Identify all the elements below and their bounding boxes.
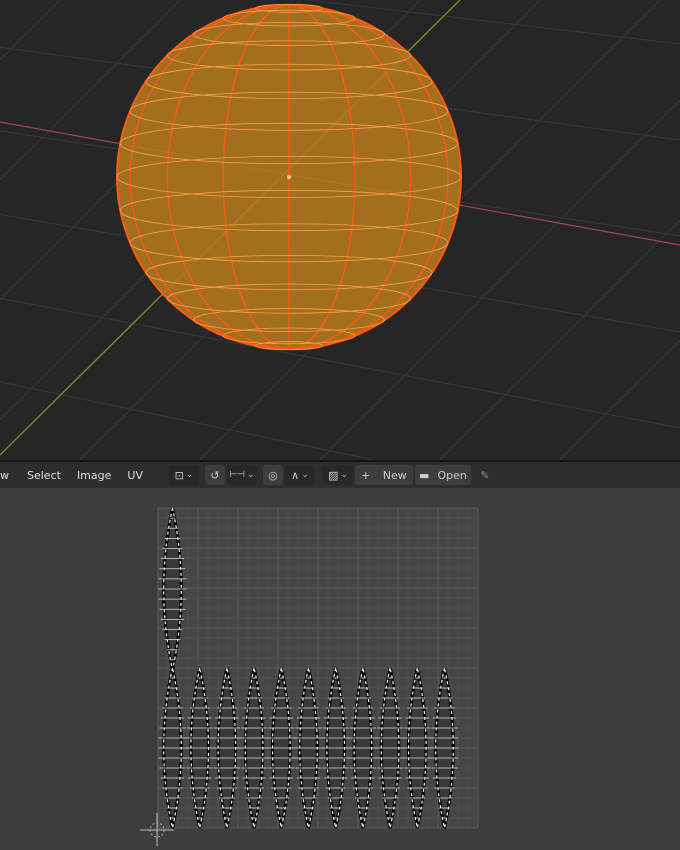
3d-viewport[interactable] [0,0,680,460]
grid-line [439,219,680,460]
object-origin [287,175,291,179]
open-image-button[interactable]: ▬ Open [414,465,471,485]
sync-selection-toggle[interactable]: ↺ [204,465,225,485]
uv-editor-header: w Select Image UV ⊡ ⌄ ↺ ⊢⊣ ⌄ ◎ ∧ ⌄ ▨ ⌄ + New … [0,462,680,488]
falloff-dropdown[interactable]: ∧ ⌄ [284,465,315,485]
menu-select[interactable]: Select [17,469,69,482]
menu-uv[interactable]: UV [119,469,151,482]
grid-line [559,339,680,460]
pin-icon: ✎ [480,468,490,482]
new-label: New [382,468,407,482]
uv-editor-canvas[interactable] [0,488,680,850]
new-image-button[interactable]: + New [354,465,413,485]
snap-dropdown[interactable]: ⊢⊣ ⌄ [226,465,257,485]
pivot-dropdown[interactable]: ⊡ ⌄ [168,465,199,485]
uv-layout [140,507,479,846]
menu-view[interactable]: w [0,469,17,482]
chevron-down-icon: ⌄ [301,470,309,480]
pin-button[interactable]: ✎ [475,465,495,485]
sync-icon: ↺ [210,468,220,482]
viewport-scene [0,0,680,460]
proportional-editing-toggle[interactable]: ◎ [262,465,283,485]
image-icon: ▨ [327,468,339,482]
chevron-down-icon: ⌄ [340,470,348,480]
plus-icon: + [361,468,371,482]
chevron-down-icon: ⌄ [185,470,194,480]
open-label: Open [437,468,467,482]
chevron-down-icon: ⌄ [247,470,255,480]
proportional-icon: ◎ [268,468,278,482]
grid-line [0,381,375,460]
folder-icon: ▬ [419,468,430,482]
image-browse-dropdown[interactable]: ▨ ⌄ [322,465,353,485]
menu-image[interactable]: Image [69,469,119,482]
snap-icon: ⊢⊣ [229,470,246,480]
falloff-curve-icon: ∧ [291,468,300,482]
pivot-icon: ⊡ [174,468,184,482]
